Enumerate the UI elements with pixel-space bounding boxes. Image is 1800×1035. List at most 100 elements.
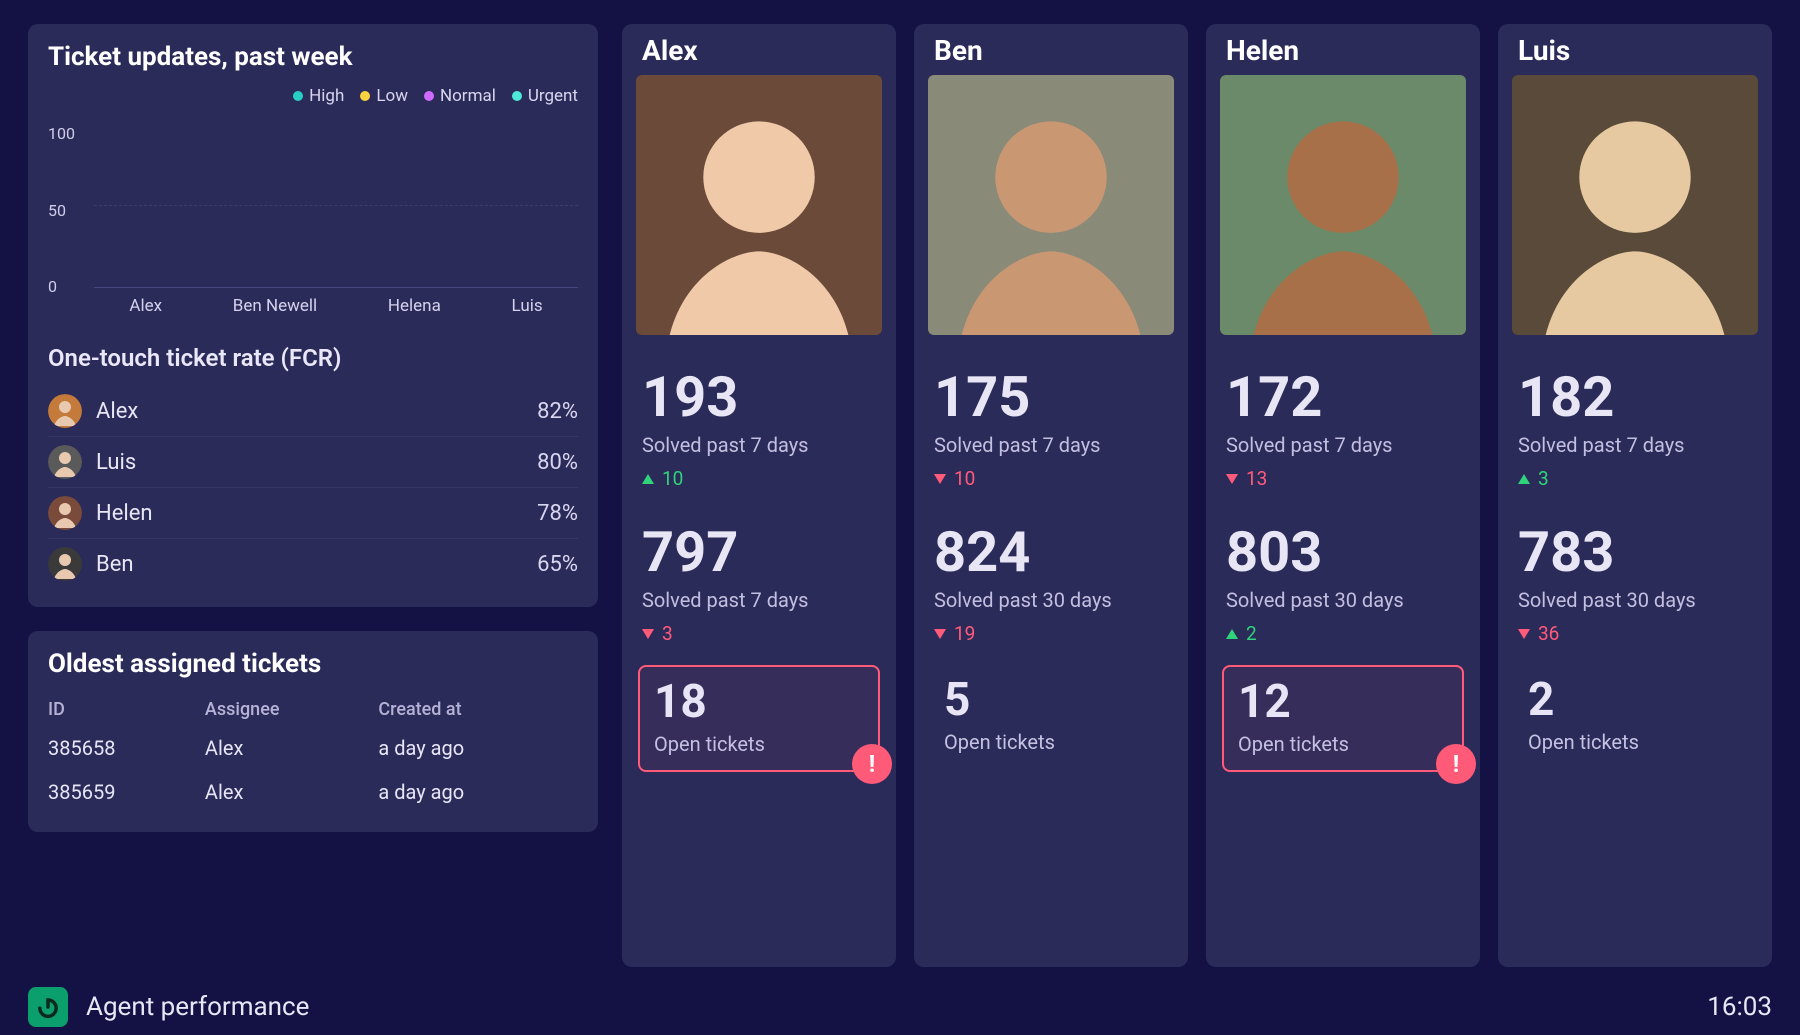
metric-label: Solved past 7 days [642,433,876,457]
brand-logo-icon [28,987,68,1027]
metric-label: Solved past 30 days [1518,588,1752,612]
y-tick: 100 [48,124,88,143]
metric-value: 193 [642,369,876,425]
bar-clusters [94,122,578,287]
avatar [48,547,82,581]
metric-solved-7d: 182Solved past 7 days3 [1498,369,1772,490]
metric-value: 803 [1226,524,1460,580]
metric-delta: 13 [1226,467,1460,490]
oldest-tickets-table: IDAssigneeCreated at 385658Alexa day ago… [48,693,578,814]
open-tickets-label: Open tickets [944,730,1158,754]
metric-delta: 19 [934,622,1168,645]
legend-item: Urgent [512,86,578,106]
table-header: ID [48,693,205,726]
fcr-section: One-touch ticket rate (FCR) Alex82%Luis8… [48,344,578,589]
agent-card[interactable]: Helen 172 Solved past 7 days 13 803 Solved pa… [1206,24,1480,967]
agent-card[interactable]: Alex193Solved past 7 days10797Solved pas… [622,24,896,967]
legend-label: Urgent [528,86,578,106]
agent-name: Luis [1498,24,1772,75]
agent-name: Alex [622,24,896,75]
metric-label: Solved past 7 days [642,588,876,612]
metric-solved-7d: 172 Solved past 7 days 13 [1206,369,1480,490]
panel-oldest-tickets: Oldest assigned tickets IDAssigneeCreate… [28,631,598,832]
left-column: Ticket updates, past week HighLowNormalU… [28,24,598,967]
fcr-title: One-touch ticket rate (FCR) [48,344,578,372]
agent-card[interactable]: Ben175Solved past 7 days10824Solved past… [914,24,1188,967]
panel-ticket-updates: Ticket updates, past week HighLowNormalU… [28,24,598,607]
metric-value: 172 [1226,369,1460,425]
table-row[interactable]: 385659Alexa day ago [48,770,578,814]
legend-swatch-icon [424,91,434,101]
avatar [48,394,82,428]
open-tickets-value: 12 [1238,677,1448,728]
legend-label: Low [376,86,408,106]
trend-down-icon [1518,629,1530,639]
oldest-title: Oldest assigned tickets [48,649,578,679]
open-tickets-label: Open tickets [1528,730,1742,754]
metric-solved-30d: 824Solved past 30 days19 [914,524,1188,645]
fcr-row[interactable]: Helen78% [48,488,578,539]
fcr-value: 65% [537,552,578,577]
metric-label: Solved past 7 days [1518,433,1752,457]
y-tick: 0 [48,277,88,296]
open-tickets-value: 5 [944,675,1158,726]
agent-card[interactable]: Luis182Solved past 7 days3783Solved past… [1498,24,1772,967]
fcr-row[interactable]: Ben 65% [48,539,578,589]
trend-up-icon [642,474,654,484]
open-tickets-box: 12Open tickets! [1222,665,1464,772]
open-tickets-label: Open tickets [654,732,864,756]
trend-up-icon [1226,629,1238,639]
agent-photo [928,75,1174,335]
table-row[interactable]: 385658Alexa day ago [48,726,578,770]
open-tickets-box: 2Open tickets [1514,665,1756,768]
alert-icon: ! [1436,744,1476,784]
legend-swatch-icon [512,91,522,101]
delta-value: 10 [662,467,683,490]
fcr-row[interactable]: Luis80% [48,437,578,488]
metric-value: 182 [1518,369,1752,425]
metric-solved-30d: 783 Solved past 30 days 36 [1498,524,1772,645]
legend-swatch-icon [293,91,303,101]
trend-down-icon [934,474,946,484]
trend-down-icon [1226,474,1238,484]
legend-item: Low [360,86,408,106]
legend-label: High [309,86,344,106]
x-tick: Alex [129,296,162,316]
bar-chart: 100500 AlexBen NewellHelenaLuis [48,116,578,316]
fcr-name: Helen [96,501,523,526]
metric-value: 783 [1518,524,1752,580]
legend-item: High [293,86,344,106]
delta-value: 36 [1538,622,1559,645]
fcr-value: 82% [537,399,578,424]
dashboard: Ticket updates, past week HighLowNormalU… [0,0,1800,1035]
delta-value: 10 [954,467,975,490]
metric-delta: 10 [934,467,1168,490]
metric-solved-7d: 175Solved past 7 days10 [914,369,1188,490]
metric-solved-30d: 797Solved past 7 days3 [622,524,896,645]
table-header: Created at [378,693,578,726]
delta-value: 19 [954,622,975,645]
fcr-value: 80% [537,450,578,475]
legend-label: Normal [440,86,496,106]
legend-item: Normal [424,86,496,106]
delta-value: 13 [1246,467,1267,490]
metric-delta: 3 [642,622,876,645]
trend-up-icon [1518,474,1530,484]
open-tickets-value: 18 [654,677,864,728]
main: Ticket updates, past week HighLowNormalU… [0,0,1800,979]
table-cell: 385658 [48,726,205,770]
metric-label: Solved past 7 days [1226,433,1460,457]
fcr-row[interactable]: Alex82% [48,386,578,437]
x-axis: AlexBen NewellHelenaLuis [94,290,578,316]
metric-value: 175 [934,369,1168,425]
agent-photo [636,75,882,335]
agent-name: Helen [1206,24,1480,75]
x-tick: Helena [388,296,441,316]
y-axis: 100500 [48,116,88,288]
footer-title: Agent performance [86,992,309,1022]
fcr-name: Ben [96,552,523,577]
metric-label: Solved past 30 days [1226,588,1460,612]
avatar [48,496,82,530]
chart-legend: High Low Normal Urgent [48,86,578,106]
alert-icon: ! [852,744,892,784]
